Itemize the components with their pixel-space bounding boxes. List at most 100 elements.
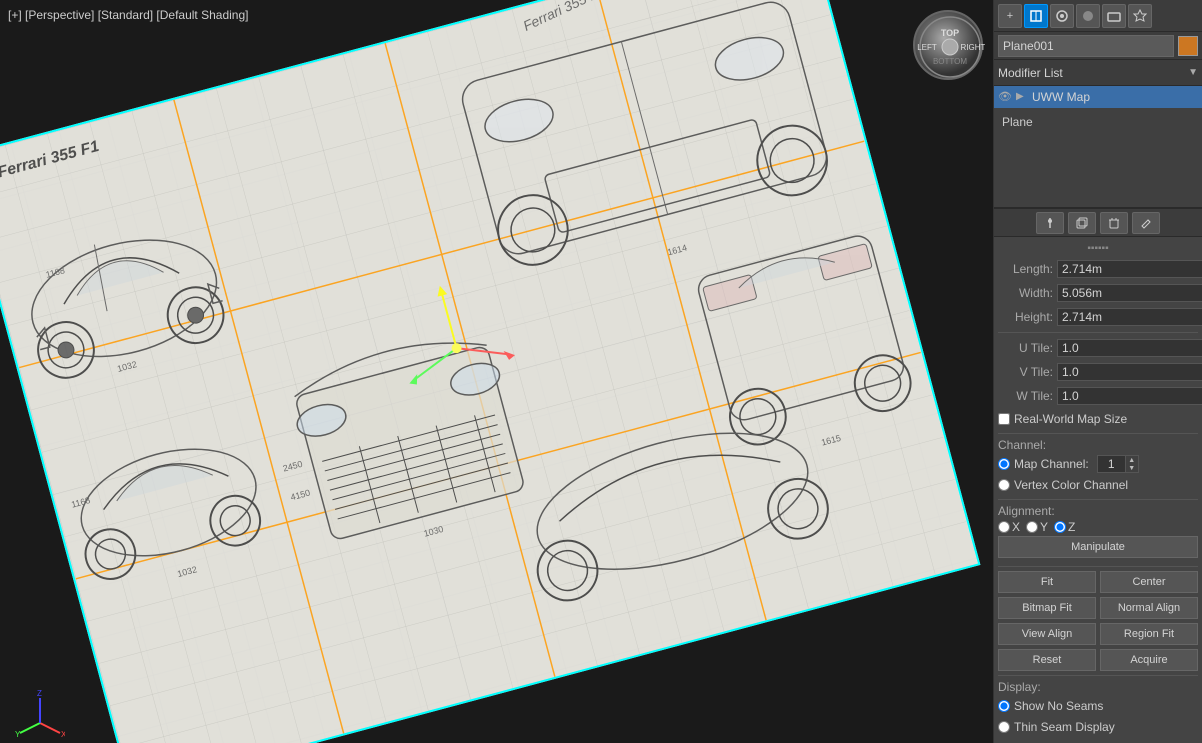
utile-spinner[interactable]: ▲ ▼ [1057,339,1202,357]
modifier-eye-icon[interactable]: 👁 [998,90,1012,104]
divider-4 [998,566,1198,567]
display-section-label: Display: [998,680,1198,694]
z-radio[interactable] [1054,521,1066,533]
toolbar-plus-btn[interactable]: + [998,4,1022,28]
mod-copy-btn[interactable] [1068,212,1096,234]
mapchannel-radio[interactable] [998,458,1010,470]
svg-text:LEFT: LEFT [917,43,937,52]
alignment-section-label: Alignment: [998,504,1198,518]
shownoseams-row: Show No Seams [998,696,1198,716]
vtile-input[interactable] [1057,363,1202,381]
height-input[interactable] [1057,308,1202,326]
svg-text:X: X [61,730,65,738]
reset-btn[interactable]: Reset [998,649,1096,671]
blueprint-container: Ferrari 355 F1 Ferrari 355 F [0,0,993,743]
height-label: Height: [998,310,1053,324]
modifier-stack: 👁 ▶ UWW Map Plane [994,86,1202,209]
divider-1 [998,332,1198,333]
height-spinner[interactable]: ▲ ▼ [1057,308,1202,326]
width-input[interactable] [1057,284,1202,302]
length-label: Length: [998,262,1053,276]
modifier-list-arrow[interactable]: ▼ [1188,67,1198,78]
toolbar-utilities-btn[interactable] [1128,4,1152,28]
axes-gizmo: X Y Z [15,688,55,728]
mapchannel-radio-label[interactable]: Map Channel: [1014,457,1089,471]
toolbar-hierarchy-btn[interactable] [1050,4,1074,28]
channel-section: Channel: Map Channel: ▲ ▼ Vertex Color C… [998,438,1198,495]
realworld-row: Real-World Map Size [998,409,1198,429]
svg-text:Y: Y [15,730,21,738]
z-label[interactable]: Z [1068,520,1075,534]
nav-gizmo[interactable]: TOP BOTTOM LEFT RIGHT [913,10,983,80]
toolbar-modifier-btn[interactable] [1024,4,1048,28]
vertexchannel-radio[interactable] [998,479,1010,491]
right-panel: + Modifier List ▼ 👁 ▶ UWW Map [993,0,1202,743]
length-row: Length: ▲ ▼ [998,258,1198,280]
history-item-plane: Plane [998,112,1198,132]
wtile-label: W Tile: [998,389,1053,403]
toolbar-motion-btn[interactable] [1076,4,1100,28]
svg-text:Z: Z [37,689,42,698]
color-swatch[interactable] [1178,36,1198,56]
object-name-row [994,32,1202,60]
mapchannel-up-arrow[interactable]: ▲ [1126,456,1138,464]
wtile-input[interactable] [1057,387,1202,405]
realworld-label[interactable]: Real-World Map Size [1014,412,1127,426]
mapchannel-down-arrow[interactable]: ▼ [1126,464,1138,472]
acquire-btn[interactable]: Acquire [1100,649,1198,671]
svg-text:TOP: TOP [941,28,959,38]
display-section: Display: Show No Seams Thin Seam Display [998,680,1198,737]
normalalign-btn[interactable]: Normal Align [1100,597,1198,619]
y-axis-option: Y [1026,520,1048,534]
viewalign-btn[interactable]: View Align [998,623,1096,645]
length-spinner[interactable]: ▲ ▼ [1057,260,1202,278]
mapchannel-value-input[interactable] [1097,455,1125,473]
thinseam-label[interactable]: Thin Seam Display [1014,720,1115,734]
fit-btn[interactable]: Fit [998,571,1096,593]
viewport[interactable]: [+] [Perspective] [Standard] [Default Sh… [0,0,993,743]
mod-edit-btn[interactable] [1132,212,1160,234]
x-axis-option: X [998,520,1020,534]
bitmapfit-btn[interactable]: Bitmap Fit [998,597,1096,619]
z-axis-option: Z [1054,520,1075,534]
bitmapfit-normalalign-row: Bitmap Fit Normal Align [998,597,1198,619]
utile-row: U Tile: ▲ ▼ Flip [998,337,1198,359]
mod-buttons-row [994,209,1202,237]
object-name-input[interactable] [998,35,1174,57]
vertexchannel-label[interactable]: Vertex Color Channel [1014,478,1128,492]
manipulate-btn[interactable]: Manipulate [998,536,1198,558]
utile-input[interactable] [1057,339,1202,357]
width-spinner[interactable]: ▲ ▼ [1057,284,1202,302]
x-label[interactable]: X [1012,520,1020,534]
modifier-expand-icon[interactable]: ▶ [1016,91,1028,103]
width-label: Width: [998,286,1053,300]
regionfit-btn[interactable]: Region Fit [1100,623,1198,645]
divider-3 [998,499,1198,500]
y-radio[interactable] [1026,521,1038,533]
vtile-spinner[interactable]: ▲ ▼ [1057,363,1202,381]
length-input[interactable] [1057,260,1202,278]
thinseam-row: Thin Seam Display [998,717,1198,737]
blueprint-plane[interactable]: Ferrari 355 F1 Ferrari 355 F [0,0,980,743]
toolbar-display-btn[interactable] [1102,4,1126,28]
mod-delete-btn[interactable] [1100,212,1128,234]
modifier-list-row[interactable]: Modifier List ▼ [994,60,1202,86]
y-label[interactable]: Y [1040,520,1048,534]
svg-text:RIGHT: RIGHT [961,43,985,52]
modifier-item-uwwmap[interactable]: 👁 ▶ UWW Map [994,86,1202,108]
mod-pin-btn[interactable] [1036,212,1064,234]
manipulate-row: Manipulate [998,536,1198,562]
center-btn[interactable]: Center [1100,571,1198,593]
shownoseams-radio[interactable] [998,700,1010,712]
modifier-list-label: Modifier List [998,66,1184,80]
thinseam-radio[interactable] [998,721,1010,733]
wtile-spinner[interactable]: ▲ ▼ [1057,387,1202,405]
svg-text:BOTTOM: BOTTOM [933,57,967,66]
x-radio[interactable] [998,521,1010,533]
xyz-row: X Y Z [998,520,1198,534]
shownoseams-label[interactable]: Show No Seams [1014,699,1103,713]
drag-handle: ▪▪▪▪▪▪ [998,243,1198,254]
vtile-row: V Tile: ▲ ▼ Flip [998,361,1198,383]
mapchannel-row: Map Channel: ▲ ▼ [998,454,1198,474]
realworld-checkbox[interactable] [998,413,1010,425]
